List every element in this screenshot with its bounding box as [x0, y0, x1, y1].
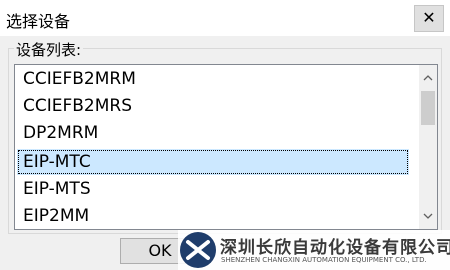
company-logo-icon — [180, 232, 216, 268]
close-icon: ✕ — [422, 8, 436, 27]
vertical-scrollbar[interactable] — [419, 65, 437, 229]
scrollbar-thumb[interactable] — [421, 91, 435, 125]
list-item[interactable]: EIP-MTS — [17, 176, 409, 202]
close-button[interactable]: ✕ — [414, 5, 444, 32]
chevron-up-icon[interactable] — [419, 69, 437, 87]
watermark-company-name-en: SHENZHEN CHANGXIN AUTOMATION EQUIPMENT C… — [221, 256, 427, 264]
list-item[interactable]: CCIEFB2MRM — [17, 66, 409, 92]
device-listbox[interactable]: CCIEFB2MRM CCIEFB2MRS DP2MRM EIP-MTC EIP… — [14, 64, 438, 230]
list-item[interactable]: DP2MRM — [17, 120, 409, 146]
dialog-title: 选择设备 — [6, 12, 71, 31]
watermark-company-name-cn: 深圳长欣自动化设备有限公司 — [220, 238, 450, 258]
list-item[interactable]: EIP2MM — [17, 203, 409, 229]
chevron-down-icon[interactable] — [419, 207, 437, 225]
device-list-label: 设备列表: — [14, 39, 84, 60]
list-item-selected[interactable]: EIP-MTC — [17, 149, 409, 175]
title-bar: 选择设备 ✕ — [0, 0, 450, 36]
select-device-dialog: 选择设备 ✕ 设备列表: CCIEFB2MRM CCIEFB2MRS DP2MR… — [0, 0, 450, 270]
list-item[interactable]: CCIEFB2MRS — [17, 93, 409, 119]
